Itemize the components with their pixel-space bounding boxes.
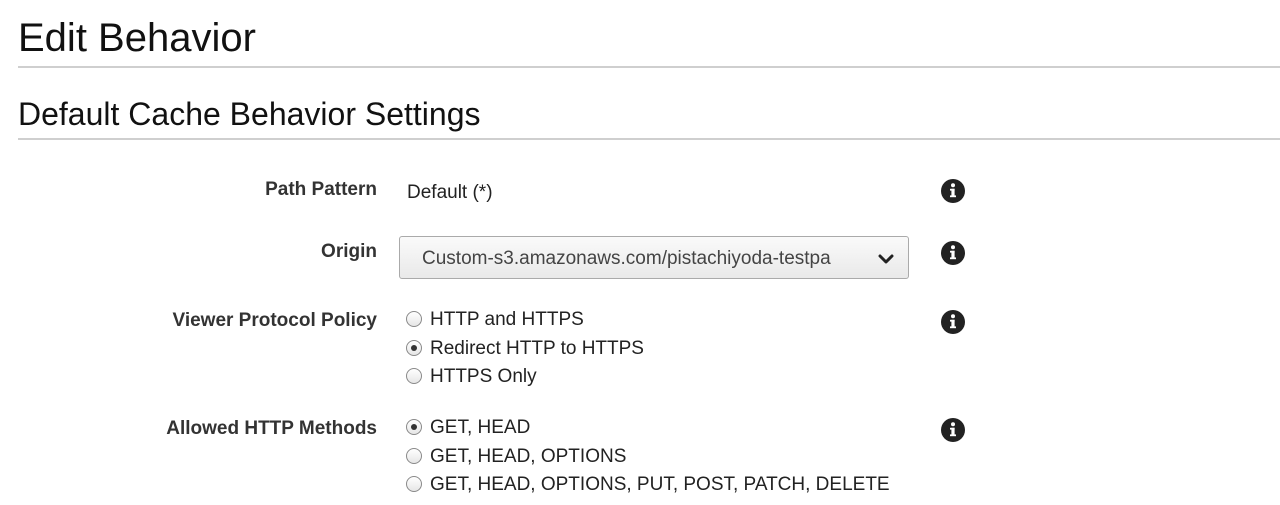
section-divider — [18, 138, 1280, 140]
radio-button[interactable] — [406, 476, 422, 492]
radio-label: GET, HEAD, OPTIONS, PUT, POST, PATCH, DE… — [430, 474, 890, 495]
info-icon[interactable] — [941, 418, 965, 442]
radio-label: GET, HEAD, OPTIONS — [430, 445, 627, 467]
radio-label: GET, HEAD — [430, 417, 531, 438]
path-pattern-value: Default (*) — [407, 182, 493, 203]
viewer-protocol-policy-label: Viewer Protocol Policy — [172, 310, 377, 331]
radio-button[interactable] — [406, 368, 422, 384]
radio-button[interactable] — [406, 447, 422, 464]
origin-select[interactable]: Custom-s3.amazonaws.com/pistachiyoda-tes… — [399, 236, 909, 279]
radio-button[interactable] — [406, 419, 422, 435]
title-divider — [18, 66, 1280, 68]
radio-label: HTTP and HTTPS — [430, 309, 584, 330]
allowed-http-methods-label: Allowed HTTP Methods — [166, 418, 377, 439]
radio-button[interactable] — [406, 339, 422, 356]
info-icon[interactable] — [941, 241, 965, 265]
page-title: Edit Behavior — [18, 16, 256, 60]
origin-label: Origin — [321, 241, 377, 262]
origin-select-value: Custom-s3.amazonaws.com/pistachiyoda-tes… — [422, 248, 831, 269]
info-icon[interactable] — [941, 310, 965, 334]
path-pattern-label: Path Pattern — [265, 179, 377, 200]
radio-label: HTTPS Only — [430, 366, 537, 387]
section-title: Default Cache Behavior Settings — [18, 96, 481, 132]
radio-label: Redirect HTTP to HTTPS — [430, 337, 644, 359]
radio-button[interactable] — [406, 311, 422, 327]
chevron-down-icon — [878, 254, 894, 264]
info-icon[interactable] — [941, 179, 965, 203]
